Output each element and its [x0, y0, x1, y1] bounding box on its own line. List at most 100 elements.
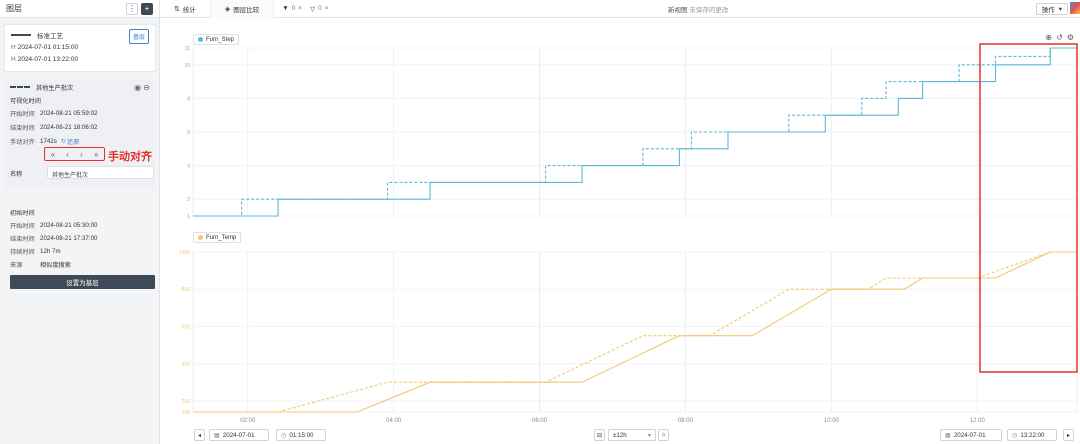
set-base-button[interactable]: 设置为基层 [10, 275, 155, 289]
layer-card[interactable]: 其他生产批次 ◉ ⊖ 可视化时间 开始时间 2024-08-21 05:59:0… [4, 80, 156, 188]
layers-panel: 图层 ⋮ + 标准工艺 基层 H 2024-07-01 01:15:00 H 2… [0, 0, 160, 444]
y-tick-label: 200 [182, 399, 191, 405]
layers-title: 图层 [6, 4, 22, 13]
end-prefix: H [11, 55, 16, 63]
fast-forward-icon[interactable]: » [94, 150, 98, 159]
filter1-count: 0 [291, 5, 296, 12]
visible-time-label: 可视化时间 [10, 97, 41, 105]
chevron-down-icon: ▾ [1058, 6, 1062, 13]
tab-stats[interactable]: ⇅ 统计 [160, 0, 211, 18]
name-label: 名称 [10, 170, 23, 178]
lock-icon[interactable]: ⌂ [658, 429, 669, 441]
source-row: 来源 相似度搜索 [4, 258, 156, 271]
filter2-count: 0 [318, 5, 322, 12]
layer-start: 2024-08-21 05:59:02 [40, 109, 98, 117]
prev-icon[interactable]: ◂ [194, 429, 205, 441]
manual-align-annotation: 手动对齐 [108, 151, 152, 163]
ops-button[interactable]: 操作 ▾ [1035, 3, 1068, 15]
layer-info: 初始时间 开始时间 2024-08-21 05:30:00 结束时间 2024-… [4, 206, 156, 296]
filter-outline-icon: ▽ [310, 5, 316, 13]
filter-icon: ▼ [282, 5, 289, 12]
initial-time-label: 初始时间 [10, 210, 35, 217]
baseline-end-row: H 2024-07-01 13:22:00 [5, 53, 155, 65]
duration: 12h 7m [40, 248, 61, 255]
start-date: 2024-07-01 [222, 431, 255, 439]
view-title-text: 新视图 [668, 6, 688, 14]
filter-2[interactable]: ▽ 0 × [310, 5, 328, 13]
baseline-end: 2024-07-01 13:22:00 [17, 55, 79, 63]
info-start-row: 开始时间 2024-08-21 05:30:00 [4, 219, 156, 232]
y-tick-label: 140 [182, 410, 191, 416]
more-icon[interactable]: ⋮ [126, 2, 138, 15]
layers-icon: ◈ [224, 5, 231, 13]
range-icon[interactable]: ⊟ [594, 429, 605, 441]
close-icon[interactable]: × [298, 5, 302, 12]
source-label: 来源 [10, 262, 23, 269]
end-time: 13:22:00 [1020, 431, 1045, 439]
forward-icon[interactable]: › [80, 150, 83, 159]
start-time: 01:15:00 [289, 431, 314, 439]
view-title: 新视图 未保存的更改 [668, 4, 728, 14]
app-logo-icon [1070, 2, 1080, 14]
calendar-icon: ▦ [945, 431, 951, 439]
baseline-badge[interactable]: 基层 [128, 29, 149, 44]
back-icon[interactable]: ‹ [66, 150, 69, 159]
close-icon[interactable]: × [325, 5, 329, 12]
y-tick-label: 10 [184, 63, 190, 69]
restore-link[interactable]: 还原 [67, 137, 79, 146]
minus-circle-icon[interactable]: ⊖ [143, 83, 150, 92]
info-start-label: 开始时间 [10, 223, 35, 230]
name-label-row: 名称 [4, 166, 22, 180]
duration-row: 持续时间 12h 7m [4, 245, 156, 258]
y-tick-label: 1000 [179, 250, 190, 256]
start-time-input[interactable]: ◷ 01:15:00 [276, 429, 326, 441]
layer-end: 2024-08-21 18:06:02 [40, 123, 98, 131]
stats-icon: ⇅ [174, 5, 180, 13]
filter-1[interactable]: ▼ 0 × [282, 5, 302, 12]
baseline-name: 标准工艺 [37, 33, 63, 40]
eye-icon[interactable]: ◉ [134, 83, 141, 92]
restore-icon[interactable]: ↻ [61, 138, 66, 145]
y-tick-label: 400 [182, 362, 191, 368]
chart-area: Furn_Step ⊕ ↺ ⚙ Furn_Temp 1 2 4 6 8 10 11 02:00… [160, 18, 1080, 426]
layer-actions: ◉ ⊖ [134, 83, 150, 92]
info-end: 2024-08-21 17:37:00 [40, 235, 98, 242]
start-date-input[interactable]: ▦ 2024-07-01 [209, 429, 269, 441]
x-tick-label: 12:00 [970, 418, 986, 424]
plot-frame [192, 251, 1078, 413]
info-start: 2024-08-21 05:30:00 [40, 222, 98, 229]
end-date-input[interactable]: ▦ 2024-07-01 [940, 429, 1002, 441]
y-tick-label: 800 [182, 287, 191, 293]
x-tick-label: 06:00 [532, 418, 548, 424]
baseline-start: 2024-07-01 01:15:00 [17, 43, 79, 51]
calendar-icon: ▦ [214, 431, 220, 439]
y-tick-label: 4 [187, 164, 190, 170]
highlight-box [979, 43, 1078, 373]
range-select[interactable]: ±12h ▾ [608, 429, 656, 441]
time-range-bar: ◂ ▦ 2024-07-01 ◷ 01:15:00 ⊟ ±12h ▾ ⌂ ▦ 2… [160, 426, 1080, 444]
initial-time-row: 初始时间 [4, 206, 156, 219]
end-time-input[interactable]: ◷ 13:22:00 [1007, 429, 1057, 441]
y-tick-label: 600 [182, 324, 191, 330]
x-tick-label: 10:00 [824, 418, 840, 424]
baseline-card[interactable]: 标准工艺 基层 H 2024-07-01 01:15:00 H 2024-07-… [4, 24, 156, 72]
end-date: 2024-07-01 [953, 431, 986, 439]
y-tick-label: 1 [187, 214, 190, 220]
tab-stats-label: 统计 [182, 6, 196, 14]
tab-layer-compare[interactable]: ◈ 图层比较 [210, 0, 275, 18]
view-subtitle: 未保存的更改 [689, 6, 729, 14]
charts-svg: 1 2 4 6 8 10 11 02:00 04:00 06:00 08:00 10:00 12:00 1… [179, 43, 1078, 424]
fast-back-icon[interactable]: « [51, 150, 55, 159]
layer-name-input[interactable]: 其他生产批次 [47, 166, 154, 179]
layer-start-row: 开始时间 2024-08-21 05:59:02 [4, 106, 156, 120]
align-row: 手动对齐 1742s ↻ 还原 [4, 134, 156, 148]
align-value: 1742s [40, 137, 57, 145]
y-tick-label: 2 [187, 197, 190, 203]
align-nav: « ‹ › » [44, 147, 105, 161]
add-layer-icon[interactable]: + [141, 2, 153, 15]
end-label: 结束时间 [10, 124, 35, 132]
top-bar: ⇅ 统计 ◈ 图层比较 ▼ 0 × ▽ 0 × 新视图 未保存的更改 操作 ▾ [160, 0, 1080, 18]
visible-time-row: 可视化时间 [4, 94, 156, 106]
next-icon[interactable]: ▸ [1063, 429, 1074, 441]
solid-line-icon [11, 34, 31, 36]
